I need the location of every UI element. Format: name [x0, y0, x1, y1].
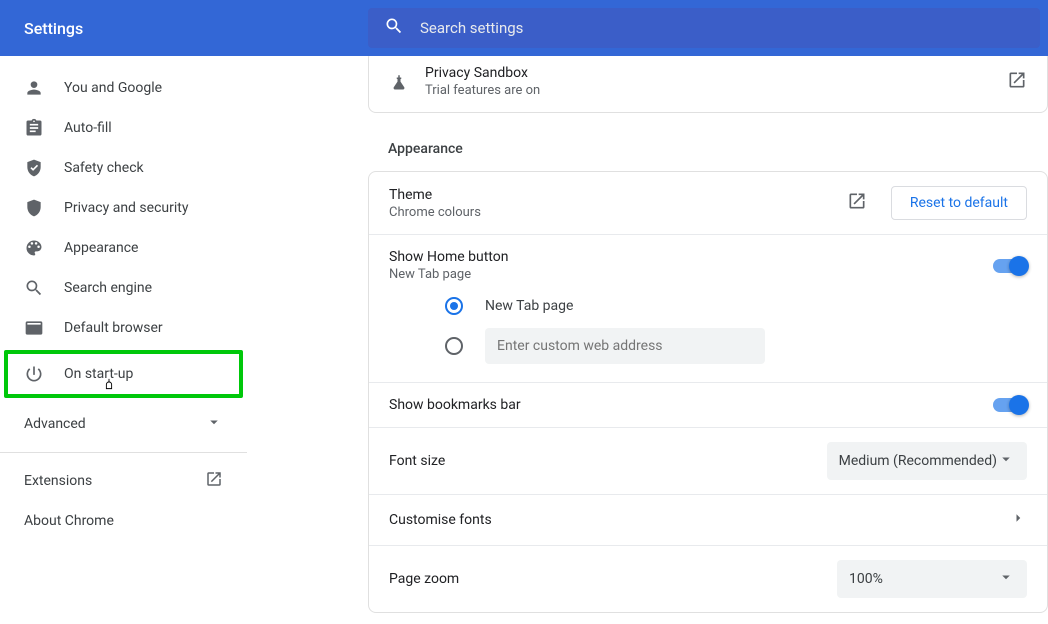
search-input[interactable] — [420, 19, 1024, 37]
radio-icon[interactable] — [445, 337, 463, 355]
divider — [0, 452, 247, 453]
person-icon — [24, 78, 44, 98]
sidebar-item-autofill[interactable]: Auto-fill — [0, 108, 247, 148]
home-button-subtitle: New Tab page — [389, 267, 993, 282]
privacy-sandbox-card[interactable]: Privacy Sandbox Trial features are on — [368, 56, 1048, 113]
font-size-value: Medium (Recommended) — [839, 453, 997, 469]
search-icon — [384, 16, 404, 40]
sidebar-item-label: Safety check — [64, 160, 144, 176]
page-title: Settings — [0, 19, 368, 38]
custom-address-input[interactable] — [485, 328, 765, 364]
browser-icon — [24, 318, 44, 338]
bookmarks-row: Show bookmarks bar — [369, 382, 1047, 427]
font-size-select[interactable]: Medium (Recommended) — [827, 442, 1027, 480]
sidebar-item-appearance[interactable]: Appearance — [0, 228, 247, 268]
home-button-row: Show Home button New Tab page New Tab pa… — [369, 234, 1047, 382]
reset-to-default-button[interactable]: Reset to default — [891, 186, 1027, 220]
sidebar-item-default-browser[interactable]: Default browser — [0, 308, 247, 348]
sidebar-item-safety-check[interactable]: Safety check — [0, 148, 247, 188]
open-in-new-icon — [205, 470, 223, 492]
appearance-section-title: Appearance — [388, 141, 1048, 157]
customise-fonts-title: Customise fonts — [389, 512, 1009, 528]
chevron-down-icon — [997, 568, 1015, 590]
sidebar-item-label: You and Google — [64, 80, 162, 96]
cursor-icon — [100, 376, 118, 400]
sidebar-item-label: Default browser — [64, 320, 163, 336]
sidebar-item-on-start-up[interactable]: On start-up — [4, 350, 243, 398]
font-size-row: Font size Medium (Recommended) — [369, 427, 1047, 494]
chevron-down-icon — [997, 450, 1015, 472]
page-zoom-value: 100% — [849, 571, 883, 587]
radio-new-tab[interactable]: New Tab page — [445, 286, 1007, 326]
sidebar-about-chrome[interactable]: About Chrome — [0, 501, 247, 541]
page-zoom-select[interactable]: 100% — [837, 560, 1027, 598]
home-button-toggle[interactable] — [993, 259, 1027, 273]
privacy-sandbox-title: Privacy Sandbox — [425, 65, 1007, 81]
search-bar[interactable] — [368, 8, 1040, 48]
header: Settings — [0, 0, 1048, 56]
flask-icon — [389, 72, 409, 92]
page-zoom-row: Page zoom 100% — [369, 545, 1047, 612]
radio-new-tab-label: New Tab page — [485, 298, 573, 314]
chevron-right-icon — [1009, 509, 1027, 531]
sidebar-item-label: On start-up — [64, 366, 133, 382]
chevron-down-icon — [205, 413, 223, 435]
sidebar-item-you-and-google[interactable]: You and Google — [0, 68, 247, 108]
sidebar-extensions-label: Extensions — [24, 473, 92, 489]
sidebar-advanced[interactable]: Advanced — [0, 404, 247, 444]
body: You and Google Auto-fill Safety check Pr… — [0, 56, 1048, 624]
theme-row[interactable]: Theme Chrome colours Reset to default — [369, 172, 1047, 234]
home-button-title: Show Home button — [389, 249, 993, 265]
search-icon — [24, 278, 44, 298]
sidebar-item-label: Search engine — [64, 280, 152, 296]
radio-icon[interactable] — [445, 297, 463, 315]
home-radio-group: New Tab page — [389, 282, 1027, 382]
sidebar-item-search-engine[interactable]: Search engine — [0, 268, 247, 308]
sidebar-item-label: Privacy and security — [64, 200, 188, 216]
palette-icon — [24, 238, 44, 258]
sidebar: You and Google Auto-fill Safety check Pr… — [0, 56, 248, 624]
theme-subtitle: Chrome colours — [389, 205, 847, 220]
bookmarks-title: Show bookmarks bar — [389, 397, 993, 413]
main: Privacy Sandbox Trial features are on Ap… — [248, 56, 1048, 624]
sidebar-item-label: Appearance — [64, 240, 138, 256]
bookmarks-toggle[interactable] — [993, 398, 1027, 412]
page-zoom-title: Page zoom — [389, 571, 837, 587]
privacy-sandbox-subtitle: Trial features are on — [425, 83, 1007, 98]
customise-fonts-row[interactable]: Customise fonts — [369, 494, 1047, 545]
shield-icon — [24, 198, 44, 218]
font-size-title: Font size — [389, 453, 827, 469]
sidebar-item-privacy-security[interactable]: Privacy and security — [0, 188, 247, 228]
theme-title: Theme — [389, 187, 847, 203]
appearance-card: Theme Chrome colours Reset to default Sh… — [368, 171, 1048, 613]
radio-custom[interactable] — [445, 326, 1007, 366]
open-in-new-icon[interactable] — [847, 191, 867, 215]
sidebar-extensions[interactable]: Extensions — [0, 461, 247, 501]
shield-check-icon — [24, 158, 44, 178]
sidebar-advanced-label: Advanced — [24, 416, 86, 432]
sidebar-about-label: About Chrome — [24, 513, 114, 529]
open-in-new-icon[interactable] — [1007, 70, 1027, 94]
power-icon — [24, 364, 44, 384]
assignment-icon — [24, 118, 44, 138]
sidebar-item-label: Auto-fill — [64, 120, 112, 136]
